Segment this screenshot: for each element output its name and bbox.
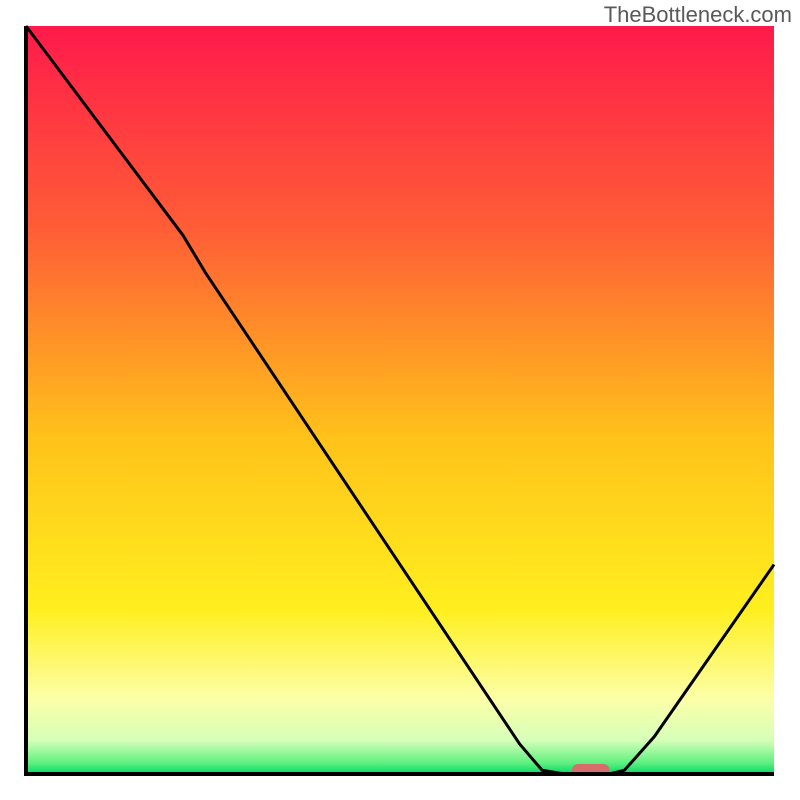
chart-container: TheBottleneck.com (0, 0, 800, 800)
bottleneck-curve-chart (0, 0, 800, 800)
watermark-label: TheBottleneck.com (604, 2, 792, 28)
plot-background (26, 26, 774, 774)
